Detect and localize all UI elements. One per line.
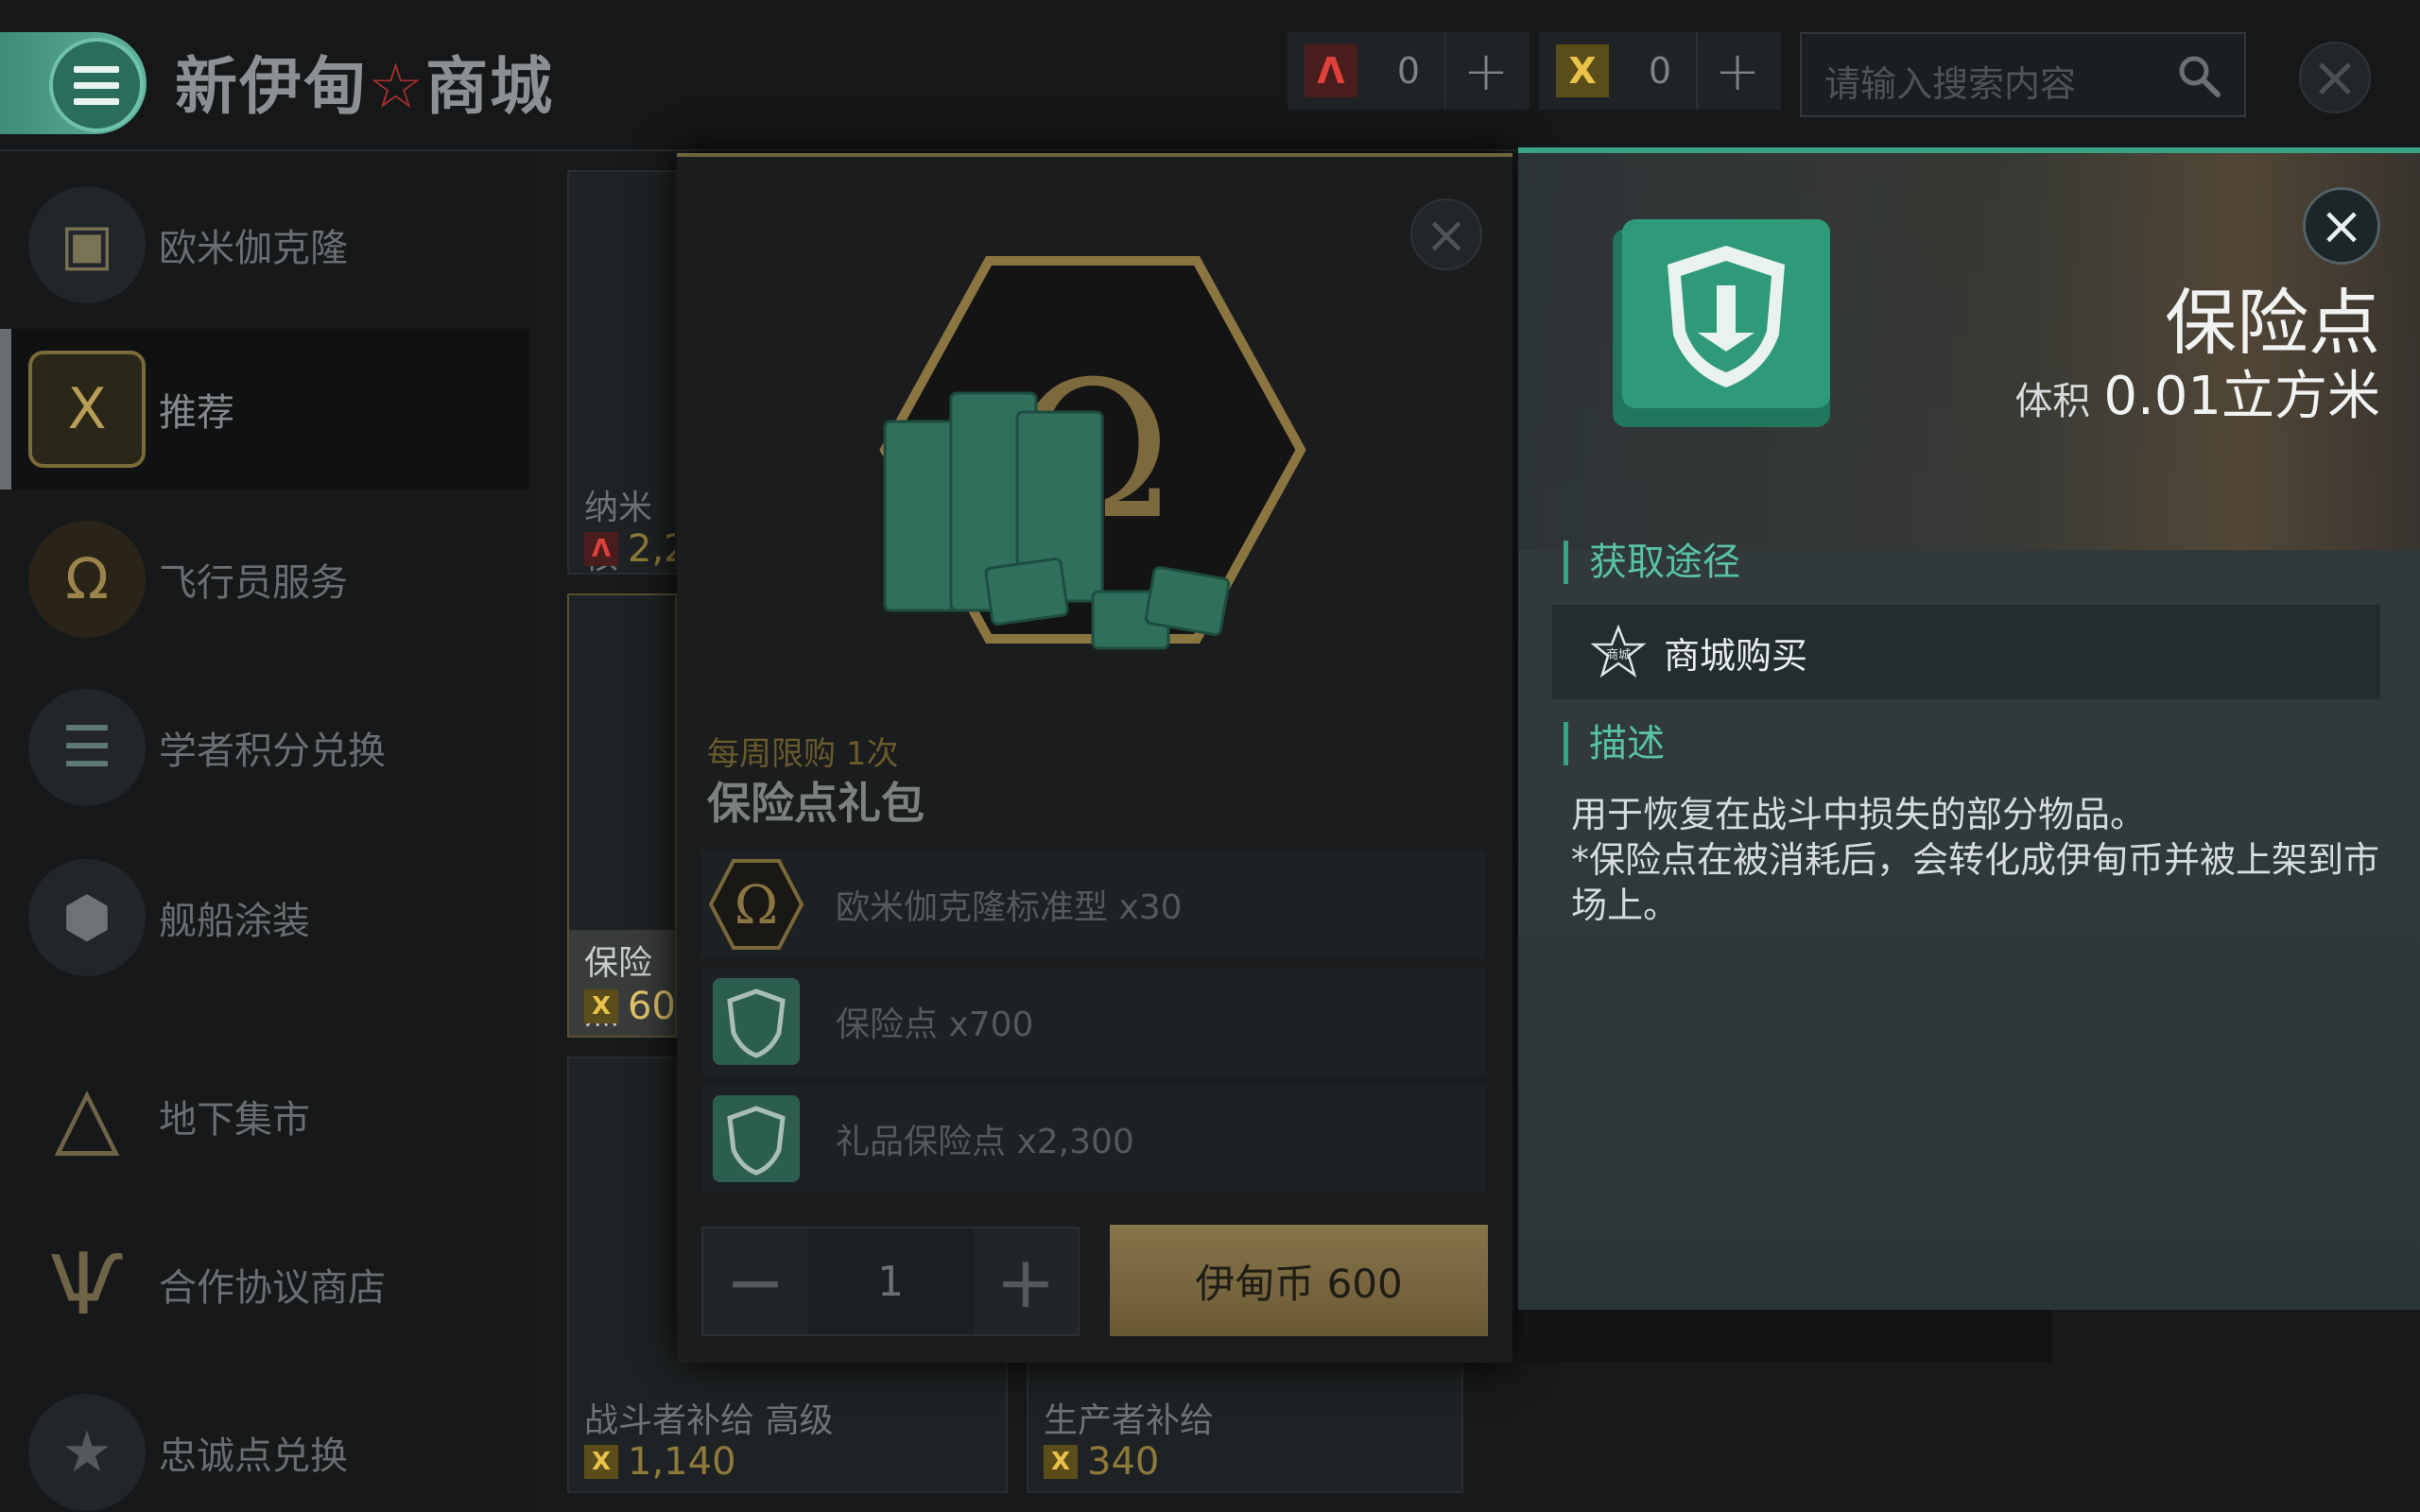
description-line: 用于恢复在战斗中损失的部分物品。	[1571, 794, 2147, 835]
insurance-icon	[1613, 219, 1830, 427]
page-title: 新伊甸☆商城	[175, 50, 555, 123]
buy-button[interactable]: 伊甸币 600	[1110, 1225, 1488, 1336]
store-star-icon: 商城	[1590, 624, 1647, 680]
source-section-title: 获取途径	[1564, 541, 1740, 584]
insurance-icon	[705, 1088, 807, 1190]
sidebar-item-label: 舰船涂装	[159, 900, 310, 943]
package-item-label: 欧米伽克隆标准型 x30	[836, 888, 1183, 927]
purchase-limit: 每周限购 1次	[707, 735, 899, 773]
sidebar-item-label: 推荐	[159, 391, 234, 435]
package-hero-image: Ω	[879, 256, 1306, 650]
isk-icon: X	[1044, 1445, 1078, 1479]
source-item[interactable]: 商城 商城购买	[1552, 605, 2380, 699]
item-volume: 体积 0.01立方米	[2014, 353, 2380, 430]
sidebar-item-label: 忠诚点兑换	[159, 1435, 348, 1478]
search-icon[interactable]	[2176, 53, 2221, 98]
aurum-icon: Λ	[584, 532, 618, 566]
scholar-icon: ☰	[28, 689, 146, 806]
package-item-label: 礼品保险点 x2,300	[836, 1123, 1134, 1161]
product-price: X 60	[584, 985, 675, 1028]
product-price: X 340	[1044, 1440, 1159, 1484]
package-item: Ω 欧米伽克隆标准型 x30	[701, 850, 1486, 958]
insurance-icon	[705, 971, 807, 1073]
omega-clone-icon: ▣	[28, 186, 146, 303]
svg-text:商城: 商城	[1606, 648, 1631, 662]
package-item-label: 保险点 x700	[836, 1005, 1034, 1044]
increase-button[interactable]: +	[974, 1228, 1078, 1334]
sidebar-item-label: 飞行员服务	[159, 561, 348, 605]
product-card-selected[interactable]: 保险点 X60	[567, 593, 677, 1038]
aurum-balance: Λ 0 +	[1288, 32, 1530, 110]
package-item: 保险点 x700	[701, 968, 1486, 1075]
active-indicator	[0, 329, 11, 490]
sidebar-item-label: 合作协议商店	[159, 1266, 386, 1310]
add-isk-button[interactable]: +	[1696, 32, 1777, 110]
aurum-value: 0	[1396, 50, 1421, 92]
volume-label: 体积	[2014, 380, 2091, 423]
close-icon[interactable]: ×	[2303, 187, 2380, 265]
sidebar-item-label: 欧米伽克隆	[159, 227, 348, 270]
aurum-icon: Λ	[1305, 44, 1357, 97]
hamburger-icon	[74, 61, 119, 110]
source-label: 商城购买	[1664, 634, 1808, 677]
sidebar-item-loyalty[interactable]: ★ 忠诚点兑换	[0, 1372, 529, 1512]
package-title: 保险点礼包	[707, 778, 925, 829]
item-description: 用于恢复在战斗中损失的部分物品。 *保险点在被消耗后，会转化成伊甸币并被上架到市…	[1571, 792, 2384, 928]
recommend-icon: X	[28, 351, 146, 468]
isk-icon: X	[584, 989, 618, 1023]
product-name: 生产者补给	[1044, 1401, 1215, 1440]
sidebar: ▣ 欧米伽克隆 X 推荐 Ω 飞行员服务 ☰ 学者积分兑换 ⬢ 舰船涂装 △ 地…	[0, 153, 529, 1512]
svg-text:Ω: Ω	[735, 875, 778, 936]
sidebar-item-omega-clone[interactable]: ▣ 欧米伽克隆	[0, 164, 529, 325]
search-placeholder: 请输入搜索内容	[1824, 63, 2077, 105]
search-input[interactable]: 请输入搜索内容	[1800, 32, 2246, 117]
menu-button[interactable]	[49, 38, 144, 132]
isk-value: 0	[1648, 50, 1672, 92]
product-card[interactable]: 纳米核 Λ2,2	[567, 170, 677, 575]
product-price: X 1,140	[584, 1440, 736, 1484]
sidebar-item-ship-skin[interactable]: ⬢ 舰船涂装	[0, 837, 529, 998]
isk-balance: X 0 +	[1539, 32, 1781, 110]
volume-value: 0.01立方米	[2103, 366, 2380, 427]
sidebar-item-label: 学者积分兑换	[159, 730, 386, 773]
item-detail-panel: × 保险点 体积 0.01立方米 获取途径 商城 商城购买 描述 用于恢复在战斗…	[1518, 147, 2420, 1310]
description-section-title: 描述	[1564, 722, 1665, 765]
add-aurum-button[interactable]: +	[1444, 32, 1526, 110]
decrease-button[interactable]: −	[703, 1228, 807, 1334]
sidebar-item-pilot-service[interactable]: Ω 飞行员服务	[0, 499, 529, 660]
close-icon[interactable]: ×	[1410, 198, 1482, 270]
quantity-value[interactable]: 1	[807, 1228, 974, 1334]
top-bar: 新伊甸☆商城 Λ 0 + X 0 + 请输入搜索内容 ×	[0, 0, 2420, 151]
sidebar-item-underground-market[interactable]: △ 地下集市	[0, 1036, 529, 1196]
package-modal: × Ω 每周限购 1次 保险点礼包 Ω 欧米伽克隆标准型 x30 保险点 x70…	[677, 153, 1512, 1363]
omega-icon: Ω	[705, 853, 807, 955]
sidebar-item-label: 地下集市	[159, 1098, 310, 1142]
sidebar-item-scholar[interactable]: ☰ 学者积分兑换	[0, 667, 529, 828]
product-price: Λ2,2	[584, 527, 675, 571]
ship-skin-icon: ⬢	[28, 859, 146, 976]
detail-footer-bar	[1522, 1310, 2051, 1363]
close-icon[interactable]: ×	[2299, 42, 2371, 113]
omega-icon: Ω	[28, 521, 146, 638]
quantity-stepper: − 1 +	[701, 1227, 1080, 1336]
isk-icon: X	[584, 1445, 618, 1479]
cooperation-icon: Ѱ	[50, 1234, 124, 1334]
loyalty-icon: ★	[28, 1394, 146, 1511]
product-name: 战斗者补给 高级	[584, 1401, 834, 1440]
underground-market-icon: △	[54, 1066, 120, 1166]
description-line: *保险点在被消耗后，会转化成伊甸币并被上架到市场上。	[1571, 839, 2380, 926]
isk-icon: X	[1556, 44, 1609, 97]
package-item: 礼品保险点 x2,300	[701, 1085, 1486, 1193]
sidebar-item-recommend[interactable]: X 推荐	[0, 329, 529, 490]
sidebar-item-cooperation[interactable]: Ѱ 合作协议商店	[0, 1204, 529, 1365]
